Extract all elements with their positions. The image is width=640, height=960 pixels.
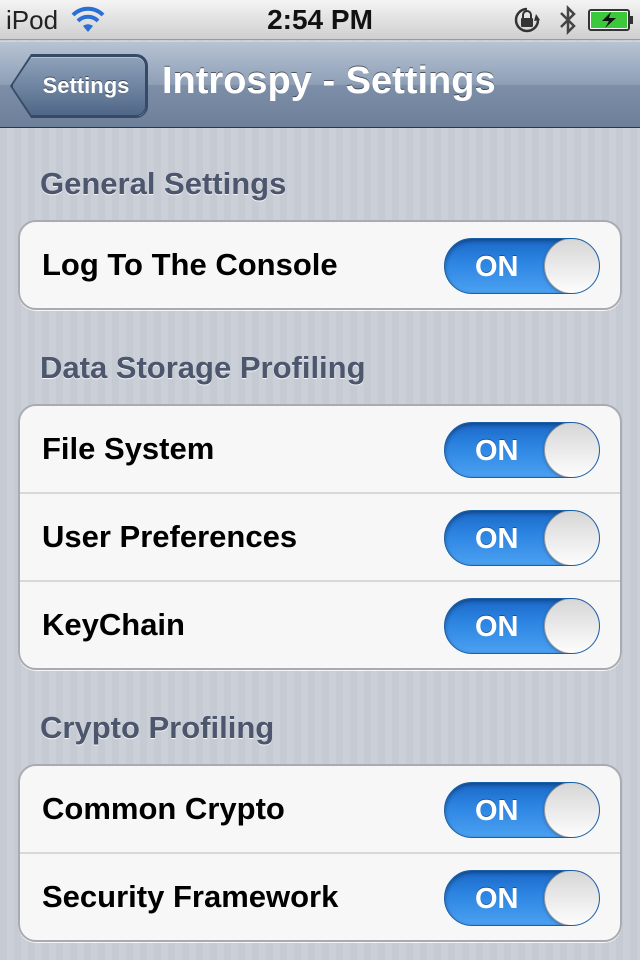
toggle-state: ON	[475, 795, 519, 827]
security-framework-toggle[interactable]: ON	[444, 870, 600, 926]
section-header-crypto: Crypto Profiling	[40, 710, 275, 745]
settings-row: User Preferences ON	[20, 492, 620, 580]
back-button-label: Settings	[42, 73, 130, 98]
toggle-knob	[544, 511, 599, 565]
toggle-state: ON	[475, 883, 519, 915]
settings-group-general: Log To The Console ON	[18, 220, 622, 310]
file-system-toggle[interactable]: ON	[444, 422, 600, 478]
toggle-knob	[544, 423, 599, 477]
log-console-toggle[interactable]: ON	[444, 238, 600, 294]
status-time: 2:54 PM	[267, 4, 373, 35]
row-label: File System	[42, 431, 215, 466]
settings-row: Log To The Console ON	[20, 222, 620, 308]
toggle-state: ON	[475, 435, 519, 467]
section-header-data-storage: Data Storage Profiling	[40, 350, 366, 385]
row-label: Log To The Console	[42, 247, 338, 282]
toggle-knob	[544, 239, 599, 293]
settings-group-crypto: Common Crypto ON Security Framework ON	[18, 764, 622, 942]
row-label: Security Framework	[42, 879, 339, 914]
settings-row: Security Framework ON	[20, 852, 620, 940]
row-label: Common Crypto	[42, 791, 285, 826]
settings-row: Common Crypto ON	[20, 766, 620, 852]
battery-charging-icon	[588, 9, 633, 31]
toggle-knob	[544, 783, 599, 837]
status-bar: iPod 2:54 PM	[0, 0, 640, 40]
back-button[interactable]: Settings	[12, 56, 146, 116]
toggle-knob	[544, 871, 599, 925]
toggle-state: ON	[475, 251, 519, 283]
rotation-lock-icon	[514, 7, 540, 33]
settings-row: File System ON	[20, 406, 620, 492]
toggle-state: ON	[475, 523, 519, 555]
toggle-state: ON	[475, 611, 519, 643]
page-title: Introspy - Settings	[162, 60, 496, 102]
navigation-bar: Settings Introspy - Settings	[0, 41, 640, 128]
section-header-general: General Settings	[40, 166, 287, 201]
settings-group-data-storage: File System ON User Preferences ON KeyCh…	[18, 404, 622, 670]
common-crypto-toggle[interactable]: ON	[444, 782, 600, 838]
user-preferences-toggle[interactable]: ON	[444, 510, 600, 566]
bluetooth-icon	[560, 4, 576, 36]
toggle-knob	[544, 599, 599, 653]
row-label: KeyChain	[42, 607, 185, 642]
keychain-toggle[interactable]: ON	[444, 598, 600, 654]
settings-row: KeyChain ON	[20, 580, 620, 668]
row-label: User Preferences	[42, 519, 298, 554]
